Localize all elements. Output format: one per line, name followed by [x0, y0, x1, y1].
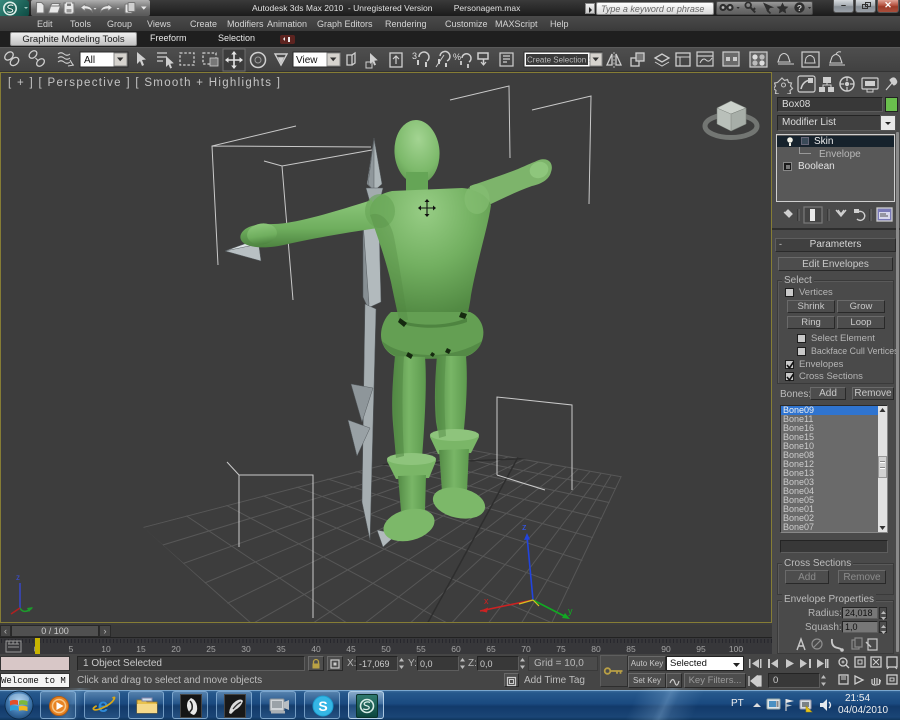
svg-text:[ + ] [ Perspective ] [ Smooth: [ + ] [ Perspective ] [ Smooth + Highlig… [8, 77, 281, 89]
svg-text:z: z [522, 522, 527, 532]
svg-text:15: 15 [136, 644, 146, 654]
svg-text:View: View [296, 55, 318, 66]
svg-text:20: 20 [171, 644, 181, 654]
svg-text:10: 10 [101, 644, 111, 654]
svg-text:5: 5 [69, 644, 74, 654]
svg-text:y: y [568, 606, 573, 616]
svg-text:85: 85 [626, 644, 636, 654]
svg-text:%: % [453, 52, 461, 62]
svg-text:90: 90 [661, 644, 671, 654]
svg-text:100: 100 [729, 644, 743, 654]
svg-text:55: 55 [416, 644, 426, 654]
svg-text:S: S [318, 698, 327, 714]
svg-text:50: 50 [381, 644, 391, 654]
svg-text:Create Selection Se: Create Selection Se [527, 56, 599, 65]
svg-text:25: 25 [206, 644, 216, 654]
svg-text:?: ? [797, 3, 802, 13]
svg-text:40: 40 [311, 644, 321, 654]
svg-text:45: 45 [346, 644, 356, 654]
svg-text:80: 80 [591, 644, 601, 654]
svg-text:95: 95 [696, 644, 706, 654]
svg-text:3: 3 [412, 51, 417, 61]
svg-text:30: 30 [241, 644, 251, 654]
svg-text:60: 60 [451, 644, 461, 654]
svg-text:75: 75 [556, 644, 566, 654]
svg-text:65: 65 [486, 644, 496, 654]
svg-text:All: All [84, 55, 95, 66]
svg-text:z: z [16, 573, 20, 582]
svg-text:x: x [484, 596, 489, 606]
svg-text:70: 70 [521, 644, 531, 654]
svg-text:35: 35 [276, 644, 286, 654]
